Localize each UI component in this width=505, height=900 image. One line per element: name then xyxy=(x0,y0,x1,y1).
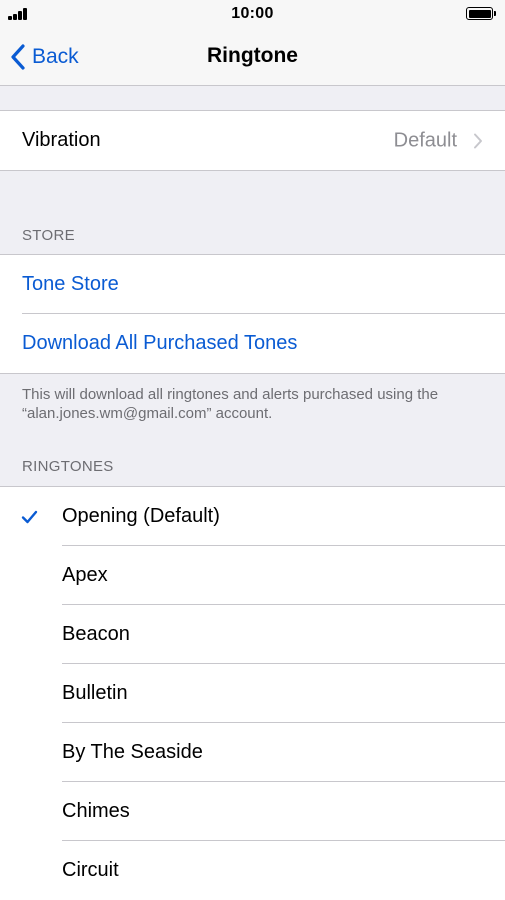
ringtone-label: Opening (Default) xyxy=(62,505,220,527)
tone-store-link[interactable]: Tone Store xyxy=(0,255,505,314)
download-all-label: Download All Purchased Tones xyxy=(22,332,298,354)
page-title: Ringtone xyxy=(207,44,298,67)
ringtone-item-bulletin[interactable]: Bulletin xyxy=(0,664,505,723)
store-group: Tone Store Download All Purchased Tones xyxy=(0,254,505,374)
tone-store-label: Tone Store xyxy=(22,273,119,295)
ringtone-label: Apex xyxy=(62,564,108,586)
vibration-label: Vibration xyxy=(22,129,101,151)
vibration-value: Default xyxy=(393,129,457,151)
ringtone-screen: 10:00 Back Ringtone Vibration Default ST… xyxy=(0,0,505,900)
ringtone-item-opening[interactable]: Opening (Default) xyxy=(0,487,505,546)
store-section-header: STORE xyxy=(22,227,75,244)
ringtone-item-apex[interactable]: Apex xyxy=(0,546,505,605)
ringtone-item-chimes[interactable]: Chimes xyxy=(0,782,505,841)
checkmark-icon xyxy=(21,510,38,523)
store-footer-text: This will download all ringtones and ale… xyxy=(22,386,439,422)
vibration-row[interactable]: Vibration Default xyxy=(0,111,505,170)
ringtone-label: By The Seaside xyxy=(62,741,203,763)
status-bar: 10:00 xyxy=(0,0,505,28)
ringtones-list: Opening (Default) Apex Beacon Bulletin B… xyxy=(0,486,505,900)
ringtones-section-header: RINGTONES xyxy=(22,458,114,475)
status-time: 10:00 xyxy=(231,5,274,22)
ringtone-label: Chimes xyxy=(62,800,130,822)
chevron-right-icon xyxy=(474,133,482,148)
ringtone-label: Bulletin xyxy=(62,682,128,704)
vibration-group: Vibration Default xyxy=(0,110,505,171)
ringtone-label: Circuit xyxy=(62,859,119,881)
navigation-bar: Back Ringtone xyxy=(0,28,505,86)
ringtone-label: Beacon xyxy=(62,623,130,645)
ringtone-item-by-the-seaside[interactable]: By The Seaside xyxy=(0,723,505,782)
download-all-purchased-tones-link[interactable]: Download All Purchased Tones xyxy=(0,314,505,373)
ringtone-item-circuit[interactable]: Circuit xyxy=(0,841,505,900)
ringtone-item-beacon[interactable]: Beacon xyxy=(0,605,505,664)
battery-full-icon xyxy=(466,7,496,20)
